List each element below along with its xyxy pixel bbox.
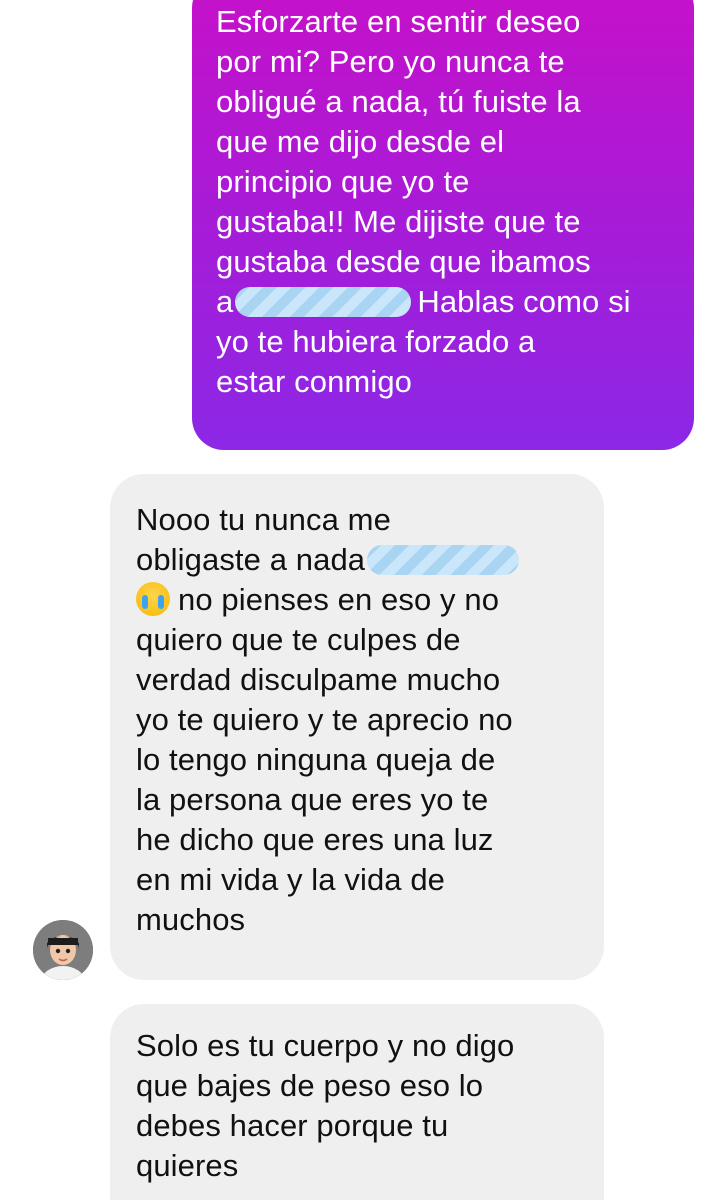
redaction-mark bbox=[235, 286, 412, 317]
loudly-crying-face-icon bbox=[136, 581, 170, 616]
message-line: he dicho que eres una luz bbox=[136, 822, 494, 857]
message-line: quiero que te culpes de bbox=[136, 622, 461, 657]
message-line-with-emoji: no pienses en eso y no bbox=[136, 580, 604, 620]
message-line: gustaba desde que ibamos bbox=[216, 244, 591, 279]
message-line: Esforzarte en sentir deseo bbox=[216, 4, 581, 39]
message-line: gustaba!! Me dijiste que te bbox=[216, 204, 581, 239]
message-line: quieres bbox=[136, 1148, 239, 1183]
chat-thread: Esforzarte en sentir deseo por mi? Pero … bbox=[0, 0, 706, 1200]
message-fragment: obligaste a nada bbox=[136, 542, 366, 577]
message-line: que me dijo desde el bbox=[216, 124, 505, 159]
contact-avatar[interactable] bbox=[33, 920, 93, 980]
message-line: obligué a nada, tú fuiste la bbox=[216, 84, 581, 119]
message-line-with-redaction: a Hablas como si bbox=[216, 282, 694, 322]
message-line: muchos bbox=[136, 902, 246, 937]
message-line: por mi? Pero yo nunca te bbox=[216, 44, 565, 79]
avatar-image bbox=[33, 920, 93, 980]
received-message-bubble[interactable]: Solo es tu cuerpo y no digo que bajes de… bbox=[110, 1004, 604, 1200]
message-line: yo te quiero y te aprecio no bbox=[136, 702, 513, 737]
message-fragment: no pienses en eso y no bbox=[178, 582, 500, 617]
message-line: la persona que eres yo te bbox=[136, 782, 489, 817]
message-line: yo te hubiera forzado a bbox=[216, 324, 536, 359]
message-line: en mi vida y la vida de bbox=[136, 862, 446, 897]
sent-message-bubble[interactable]: Esforzarte en sentir deseo por mi? Pero … bbox=[192, 0, 694, 450]
message-line-with-redaction: obligaste a nada bbox=[136, 540, 604, 580]
message-line: verdad disculpame mucho bbox=[136, 662, 501, 697]
message-line: Nooo tu nunca me bbox=[136, 502, 391, 537]
redaction-mark bbox=[367, 544, 520, 575]
message-line: que bajes de peso eso lo bbox=[136, 1068, 484, 1103]
message-fragment: Hablas como si bbox=[417, 284, 631, 319]
message-line: estar conmigo bbox=[216, 364, 413, 399]
message-line: debes hacer porque tu bbox=[136, 1108, 449, 1143]
received-message-bubble[interactable]: Nooo tu nunca me obligaste a nada no pie… bbox=[110, 474, 604, 980]
message-line: principio que yo te bbox=[216, 164, 470, 199]
message-line: Solo es tu cuerpo y no digo bbox=[136, 1028, 515, 1063]
message-line: lo tengo ninguna queja de bbox=[136, 742, 496, 777]
message-fragment: a bbox=[216, 284, 234, 319]
